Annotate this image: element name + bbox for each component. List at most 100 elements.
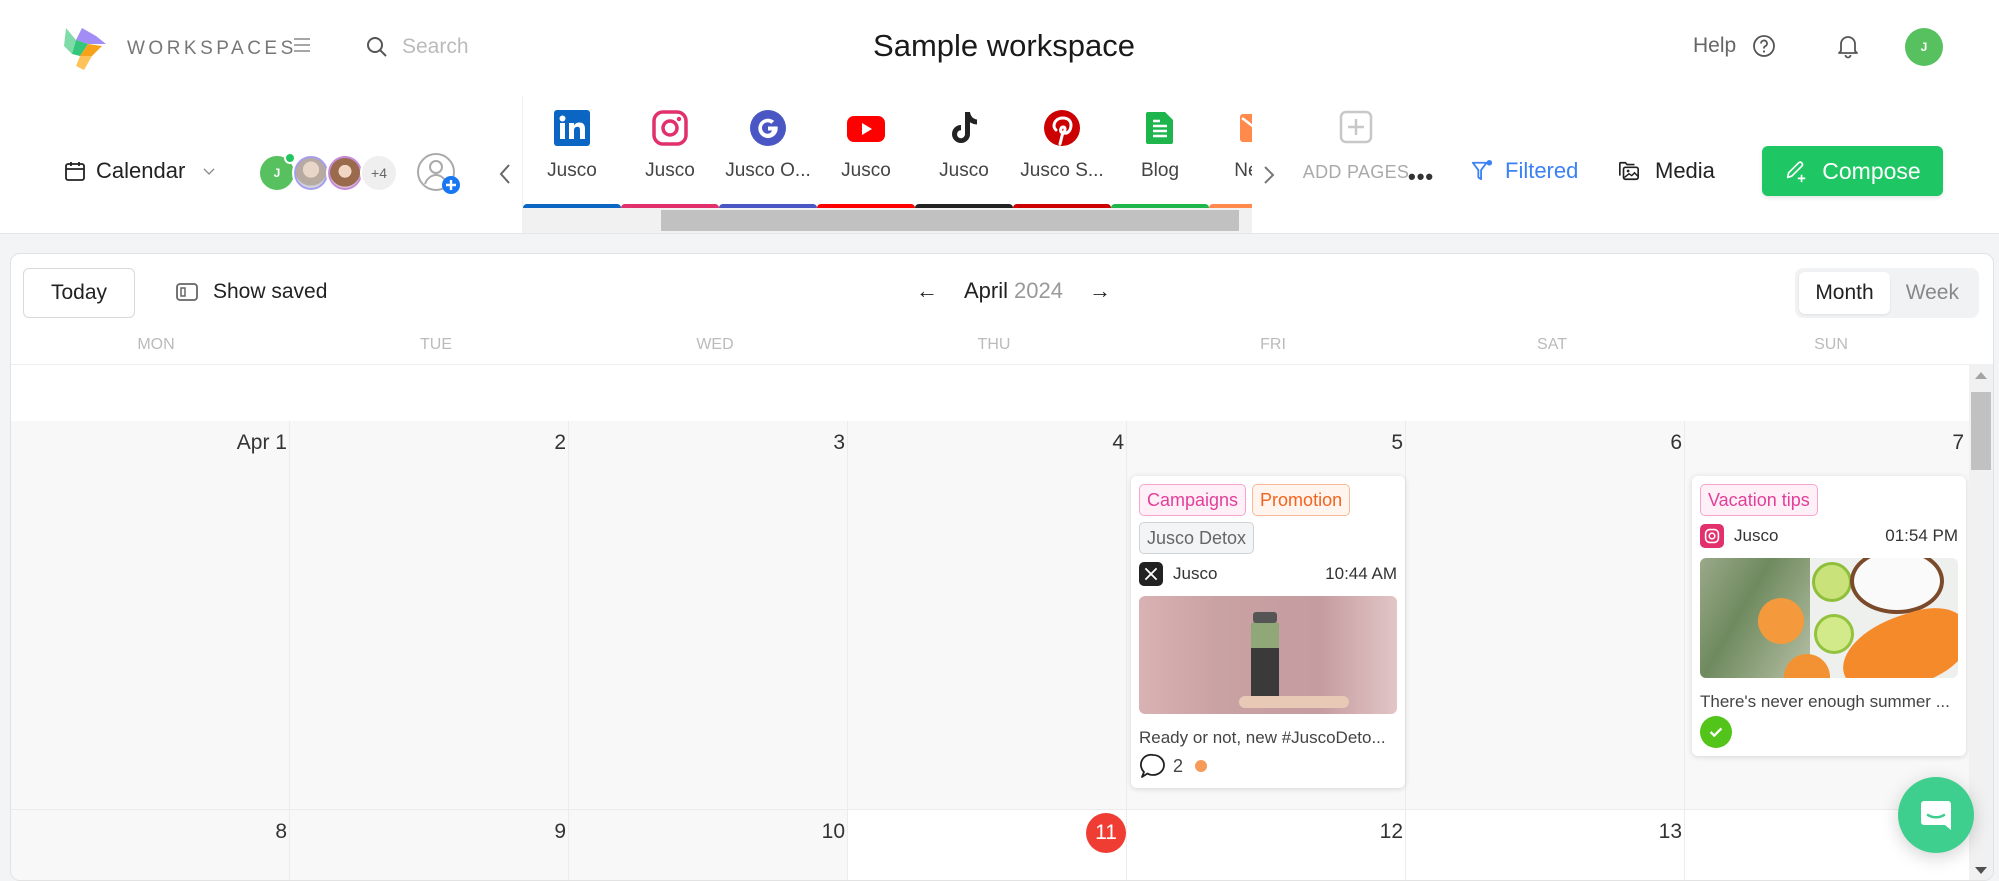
weekday-header: TUE — [420, 336, 452, 353]
instagram-icon — [652, 110, 688, 146]
show-saved-toggle[interactable]: Show saved — [175, 280, 327, 304]
tag-chip: Campaigns — [1139, 484, 1247, 516]
day-cell[interactable]: 13 — [1406, 810, 1685, 880]
tag-chip: Promotion — [1252, 484, 1351, 516]
calendar-scrollbar[interactable] — [1969, 364, 1993, 880]
post-caption: There's never enough summer ... — [1700, 692, 1950, 711]
youtube-icon — [847, 116, 885, 142]
help-icon[interactable] — [1752, 34, 1776, 58]
post-tags: Campaigns Promotion Jusco Detox — [1139, 484, 1397, 554]
compose-button[interactable]: Compose — [1762, 146, 1943, 196]
member-avatar[interactable] — [326, 154, 364, 192]
comment-icon[interactable] — [1139, 752, 1167, 780]
calendar-icon — [65, 162, 85, 181]
toolbar: Calendar J +4 Jusco Jusco Jusco O... Jus… — [0, 96, 1999, 234]
page-tab-blog[interactable]: Blog — [1111, 108, 1209, 210]
media-folder-icon — [1619, 161, 1639, 181]
day-cell[interactable]: 9 — [290, 810, 569, 880]
calendar-top-spacer — [11, 365, 1971, 421]
prev-month-arrow-icon[interactable]: ← — [916, 278, 938, 304]
help-link[interactable]: Help — [1693, 34, 1736, 58]
tag-chip: Vacation tips — [1700, 484, 1818, 516]
post-account: Jusco — [1734, 526, 1779, 545]
post-time: 01:54 PM — [1885, 526, 1958, 545]
more-members-badge[interactable]: +4 — [360, 154, 398, 192]
day-cell[interactable]: 2 — [290, 421, 569, 809]
page-tab-instagram[interactable]: Jusco — [621, 108, 719, 210]
add-member-icon[interactable] — [416, 152, 462, 196]
day-cell-today[interactable]: 11 — [848, 810, 1127, 880]
page-tab-newsletter[interactable]: News — [1209, 108, 1252, 210]
post-card[interactable]: Vacation tips Jusco 01:54 PM There's nev… — [1692, 476, 1966, 756]
pinterest-icon — [1044, 110, 1080, 146]
team-members[interactable]: J +4 — [258, 152, 398, 192]
post-meta: Jusco 10:44 AM — [1139, 562, 1397, 586]
day-cell[interactable]: 12 — [1127, 810, 1406, 880]
chat-icon — [1921, 801, 1951, 830]
status-pending-dot — [1195, 760, 1208, 772]
day-cell[interactable]: 8 — [11, 810, 290, 880]
view-month-button[interactable]: Month — [1799, 272, 1890, 314]
day-cell[interactable]: 10 — [569, 810, 848, 880]
view-select-label: Calendar — [96, 158, 186, 183]
scroll-up-arrow-icon[interactable] — [1975, 372, 1987, 379]
day-cell[interactable]: 4 — [848, 421, 1127, 809]
page-tab-youtube[interactable]: Jusco — [817, 108, 915, 210]
current-year: 2024 — [1014, 278, 1063, 303]
pages-next-icon[interactable] — [1262, 164, 1276, 186]
media-library-button[interactable]: Media — [1617, 158, 1715, 184]
today-button[interactable]: Today — [23, 268, 135, 318]
post-account: Jusco — [1173, 564, 1218, 583]
linkedin-icon — [554, 110, 590, 146]
next-month-arrow-icon[interactable]: → — [1089, 278, 1111, 304]
post-image-tropical-fruits — [1700, 558, 1958, 678]
weekday-header: WED — [696, 336, 734, 353]
chevron-down-icon — [203, 168, 215, 175]
member-avatar[interactable]: J — [258, 152, 296, 192]
pages-strip: Jusco Jusco Jusco O... Jusco Jusco Jusco… — [522, 96, 1252, 233]
member-avatar[interactable] — [292, 154, 330, 192]
filter-button[interactable]: Filtered — [1471, 158, 1578, 184]
day-cell[interactable]: Apr 1 — [11, 421, 290, 809]
today-badge: 11 — [1086, 813, 1126, 853]
page-tab-tiktok[interactable]: Jusco — [915, 108, 1013, 210]
post-image-detox-bottle — [1139, 596, 1397, 714]
post-caption: Ready or not, new #JuscoDeto... — [1139, 728, 1386, 747]
instagram-icon — [1700, 524, 1724, 548]
month-navigator: ← April 2024 → — [916, 278, 1111, 304]
weekday-header: MON — [137, 336, 175, 353]
day-cell[interactable]: 6 — [1406, 421, 1685, 809]
view-select[interactable]: Calendar — [64, 158, 217, 184]
day-cell[interactable]: 3 — [569, 421, 848, 809]
view-toggle: Month Week — [1795, 268, 1979, 318]
page-tab-pinterest[interactable]: Jusco S... — [1013, 108, 1111, 210]
scrollbar-thumb[interactable] — [1971, 392, 1991, 470]
compose-pencil-icon — [1787, 161, 1806, 183]
view-week-button[interactable]: Week — [1890, 272, 1975, 314]
x-twitter-icon — [1139, 562, 1163, 586]
published-check-icon — [1700, 716, 1732, 748]
scroll-down-arrow-icon[interactable] — [1975, 867, 1987, 874]
add-pages-button[interactable]: ADD PAGES — [1286, 110, 1426, 183]
newsletter-icon — [1240, 114, 1252, 142]
calendar-panel: Today Show saved ← April 2024 → Month We… — [10, 253, 1994, 881]
top-header: WORKSPACES Sample workspace Help J — [0, 0, 1999, 96]
filter-icon — [1471, 160, 1493, 181]
notifications-bell-icon[interactable] — [1836, 33, 1860, 59]
user-avatar[interactable]: J — [1905, 28, 1943, 66]
post-card[interactable]: Campaigns Promotion Jusco Detox Jusco 10… — [1131, 476, 1405, 788]
week-row: 8 9 10 11 12 13 14 — [11, 809, 1971, 880]
pages-scrollbar-thumb[interactable] — [661, 210, 1239, 231]
weekday-header: SUN — [1814, 336, 1848, 353]
week-row: Apr 1 2 3 4 5 6 7 Campaigns Promotion Ju… — [11, 421, 1971, 809]
chat-support-button[interactable] — [1898, 777, 1974, 853]
page-tab-google[interactable]: Jusco O... — [719, 108, 817, 210]
sidebar-panel-icon — [176, 283, 198, 301]
post-meta: Jusco 01:54 PM — [1700, 524, 1958, 548]
comment-count: 2 — [1173, 755, 1184, 776]
current-month: April — [964, 278, 1009, 303]
add-square-icon — [1339, 110, 1373, 144]
more-options-button[interactable]: ••• — [1408, 164, 1434, 190]
pages-prev-icon[interactable] — [496, 162, 514, 186]
page-tab-linkedin[interactable]: Jusco — [523, 108, 621, 210]
